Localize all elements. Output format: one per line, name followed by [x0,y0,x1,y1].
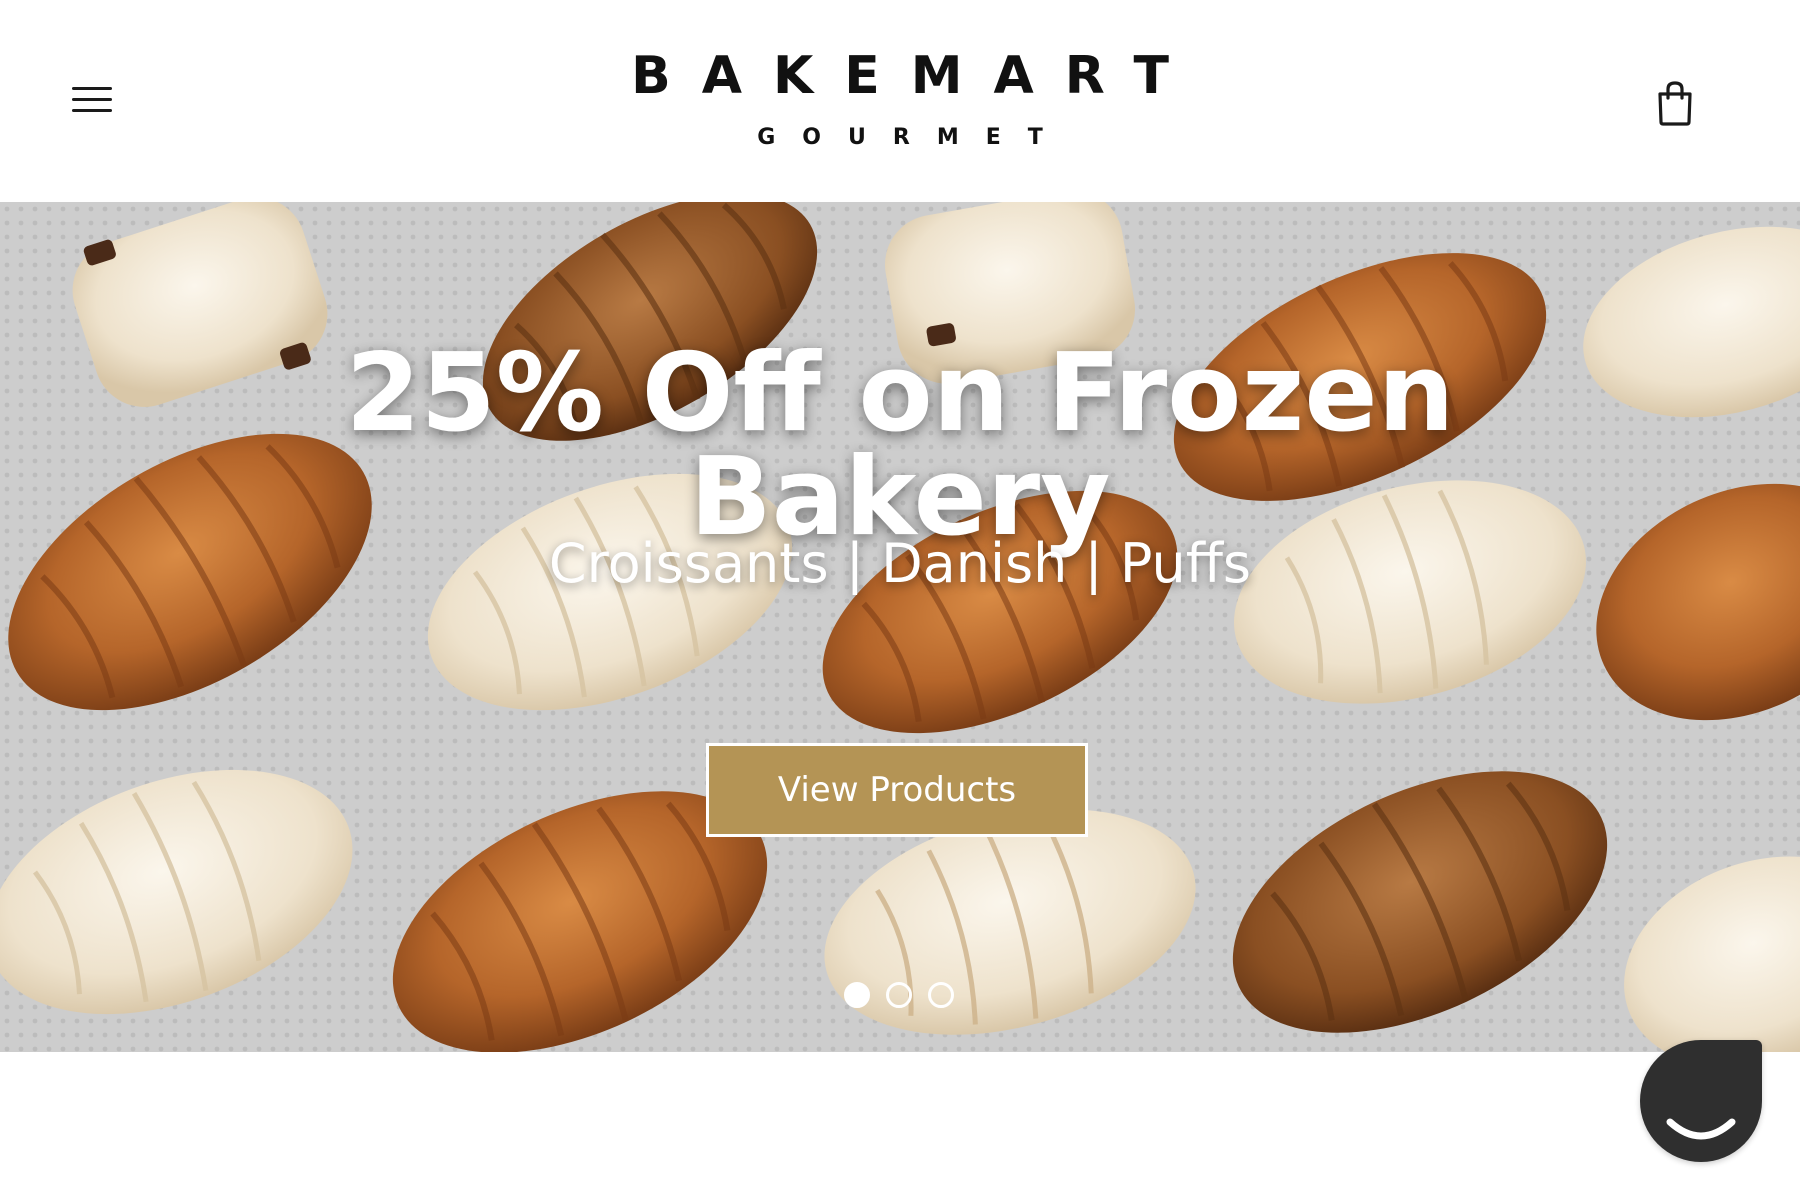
hero-background-pastries-image [0,202,1800,1052]
hero-subtitle: Croissants | Danish | Puffs [548,532,1252,595]
logo-brand-sub: GOURMET [757,125,1070,150]
view-products-button[interactable]: View Products [706,743,1088,837]
shopping-bag-icon[interactable] [1652,78,1698,128]
smile-chat-icon [1666,1118,1736,1140]
slider-pagination [840,982,970,1018]
logo-brand-name: BAKEMART [631,46,1200,106]
slide-dot-2[interactable] [886,982,912,1008]
hero-title: 25% Off on Frozen Bakery [200,340,1600,552]
site-header: BAKEMART GOURMET [0,0,1800,202]
chat-widget-button[interactable] [1640,1040,1762,1162]
hamburger-menu-icon[interactable] [62,78,122,122]
hero-banner: 25% Off on Frozen Bakery Croissants | Da… [0,202,1800,1052]
page: BAKEMART GOURMET 25% Off on Frozen Baker… [0,0,1800,1200]
slide-dot-3[interactable] [928,982,954,1008]
slide-dot-1[interactable] [844,982,870,1008]
site-logo[interactable]: BAKEMART GOURMET [600,40,1200,160]
